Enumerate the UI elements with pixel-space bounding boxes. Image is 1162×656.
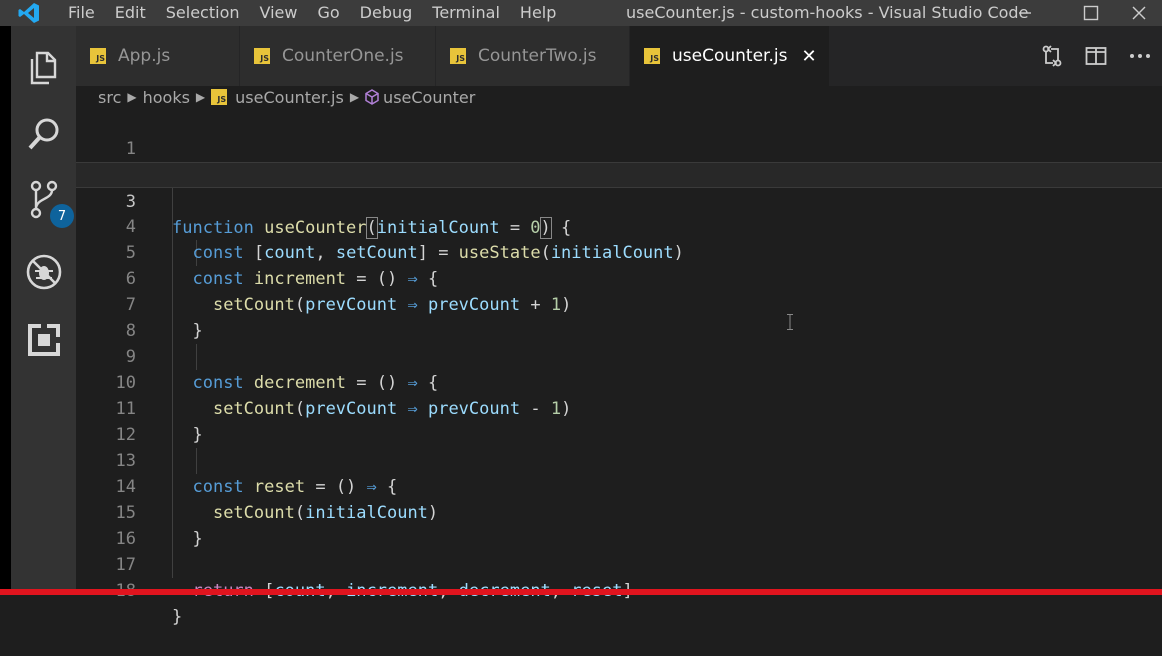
- menu-go[interactable]: Go: [307, 0, 349, 26]
- code-line: 17 return [count, increment, decrement, …: [76, 526, 1162, 601]
- code-line: 9 const decrement = () ⇒ {: [76, 318, 1162, 393]
- menu-edit[interactable]: Edit: [105, 0, 156, 26]
- chevron-right-icon: ▶: [127, 90, 137, 104]
- menu-selection[interactable]: Selection: [156, 0, 250, 26]
- js-file-icon: JS: [450, 48, 466, 64]
- search-icon[interactable]: [22, 112, 66, 156]
- more-actions-icon[interactable]: [1118, 26, 1162, 86]
- code-line: 5 const increment = () ⇒ {: [76, 214, 1162, 289]
- code-line: 11 }: [76, 370, 1162, 445]
- chevron-right-icon: ▶: [349, 90, 360, 104]
- code-line: 18 }: [76, 552, 1162, 627]
- menu-bar: File Edit Selection View Go Debug Termin…: [58, 0, 566, 26]
- window-title: useCounter.js - custom-hooks - Visual St…: [626, 3, 1029, 22]
- code-line: 16: [76, 500, 1162, 549]
- breadcrumb-symbol[interactable]: useCounter: [383, 88, 475, 107]
- breadcrumb-hooks[interactable]: hooks: [143, 88, 190, 107]
- breadcrumb-file[interactable]: useCounter.js: [235, 88, 344, 107]
- js-file-icon: JS: [254, 48, 270, 64]
- debug-icon[interactable]: [22, 250, 66, 294]
- tab-usecounter-js[interactable]: JS useCounter.js ✕: [630, 26, 830, 86]
- code-line: 13 const reset = () ⇒ {: [76, 422, 1162, 497]
- code-line: 10 setCount(prevCount ⇒ prevCount - 1): [76, 344, 1162, 419]
- open-changes-icon[interactable]: [1030, 26, 1074, 86]
- tab-counterone-js[interactable]: JS CounterOne.js: [240, 26, 436, 86]
- code-line: 14 setCount(initialCount): [76, 448, 1162, 523]
- title-bar: File Edit Selection View Go Debug Termin…: [0, 0, 1162, 26]
- mouse-ibeam-cursor-icon: [787, 314, 793, 330]
- line-text: }: [172, 607, 183, 627]
- js-file-icon: JS: [90, 48, 106, 64]
- breadcrumb-src[interactable]: src: [98, 88, 121, 107]
- code-editor[interactable]: 1 import { useState } from 'react' 2 3 f…: [76, 110, 1162, 627]
- extensions-icon[interactable]: [22, 318, 66, 362]
- video-progress-bar: [0, 589, 1162, 595]
- close-tab-icon[interactable]: ✕: [801, 46, 816, 67]
- code-line: 4 const [count, setCount] = useState(ini…: [76, 188, 1162, 263]
- code-line: 12: [76, 396, 1162, 445]
- menu-terminal[interactable]: Terminal: [422, 0, 510, 26]
- split-editor-icon[interactable]: [1074, 26, 1118, 86]
- tab-label: CounterTwo.js: [478, 46, 597, 66]
- menu-view[interactable]: View: [250, 0, 308, 26]
- editor-actions: [1030, 26, 1162, 86]
- scm-count-badge: 7: [50, 204, 74, 228]
- maximize-button[interactable]: [1068, 0, 1114, 26]
- menu-help[interactable]: Help: [510, 0, 566, 26]
- code-line: 7 }: [76, 266, 1162, 341]
- code-line: 15 }: [76, 474, 1162, 549]
- tab-label: CounterOne.js: [282, 46, 404, 66]
- vscode-logo-icon: [0, 0, 58, 26]
- js-file-icon: JS: [211, 89, 228, 105]
- tab-app-js[interactable]: JS App.js: [76, 26, 240, 86]
- menu-file[interactable]: File: [58, 0, 105, 26]
- tab-label: useCounter.js: [672, 46, 788, 66]
- code-line-current: 3 function useCounter(initialCount = 0) …: [76, 162, 1162, 239]
- menu-debug[interactable]: Debug: [350, 0, 423, 26]
- explorer-icon[interactable]: [22, 46, 66, 90]
- code-line: 2: [76, 136, 1162, 185]
- minimize-button[interactable]: [1002, 0, 1048, 26]
- breadcrumb: src ▶ hooks ▶ JS useCounter.js ▶ useCoun…: [76, 86, 1162, 108]
- js-file-icon: JS: [644, 48, 660, 64]
- activity-bar: 7: [0, 26, 76, 595]
- close-window-button[interactable]: [1116, 0, 1162, 26]
- chevron-right-icon: ▶: [195, 90, 206, 104]
- code-line: 1 import { useState } from 'react': [76, 110, 1162, 185]
- tab-countertwo-js[interactable]: JS CounterTwo.js: [436, 26, 630, 86]
- code-line: 8: [76, 292, 1162, 341]
- editor-tab-bar: JS App.js JS CounterOne.js JS CounterTwo…: [76, 26, 1162, 86]
- tab-label: App.js: [118, 46, 171, 66]
- symbol-method-icon: [365, 89, 379, 105]
- code-line: 6 setCount(prevCount ⇒ prevCount + 1): [76, 240, 1162, 315]
